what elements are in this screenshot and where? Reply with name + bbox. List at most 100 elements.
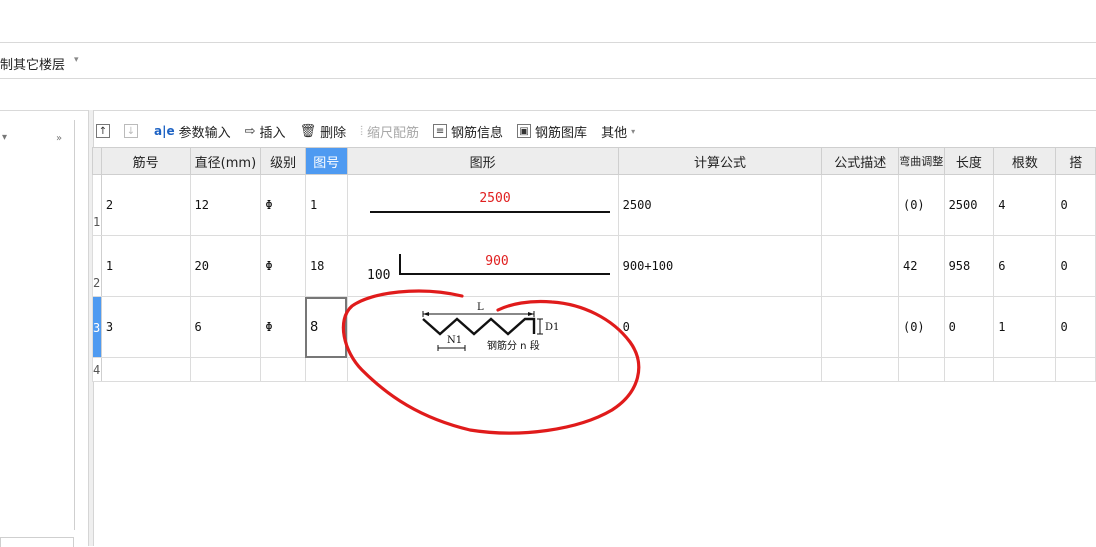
diameter-cell[interactable]	[189, 357, 262, 382]
column-header[interactable]: 级别	[260, 147, 306, 175]
length-cell[interactable]: 0	[943, 296, 995, 358]
left-dropdown[interactable]: ▾	[0, 127, 28, 149]
length-cell[interactable]: 2500	[943, 174, 995, 236]
bend-adjust-cell[interactable]	[897, 357, 945, 382]
column-header[interactable]: 搭	[1055, 147, 1096, 175]
bar-no-cell[interactable]: 2	[100, 174, 191, 236]
move-down-button[interactable]: ↓	[124, 124, 142, 138]
column-header[interactable]: 公式描述	[821, 147, 899, 175]
table-header-row: 筋号 直径(mm) 级别 图号 图形 计算公式 公式描述 弯曲调整 长度 根数 …	[92, 147, 1096, 175]
bend-adjust-cell[interactable]: (0)	[897, 174, 945, 236]
diameter-cell[interactable]: 20	[189, 235, 262, 297]
count-cell[interactable]: 6	[993, 235, 1057, 297]
delete-button[interactable]: 🗑 删除	[300, 122, 347, 141]
shape-no-cell[interactable]	[304, 357, 348, 382]
chevron-down-icon[interactable]: ▾	[2, 132, 7, 143]
column-header[interactable]: 筋号	[100, 147, 191, 175]
description-cell[interactable]	[821, 235, 899, 297]
formula-cell[interactable]: 0	[617, 296, 823, 358]
insert-button[interactable]: ⇨ 插入	[245, 122, 286, 141]
grade-cell[interactable]: Φ	[260, 296, 306, 358]
bar-no-cell[interactable]: 3	[100, 296, 191, 358]
column-header[interactable]: 直径(mm)	[189, 147, 262, 175]
param-input-button[interactable]: a|e 参数输入	[154, 122, 231, 141]
shape-depth-label: D1	[545, 322, 559, 333]
row-number[interactable]: 2	[92, 235, 102, 297]
divider	[0, 110, 1096, 111]
column-header[interactable]: 计算公式	[617, 147, 823, 175]
row-number-header	[92, 147, 102, 175]
other-label: 其他	[601, 125, 628, 141]
row-number[interactable]: 4	[92, 357, 102, 382]
bend-adjust-cell[interactable]: (0)	[897, 296, 945, 358]
grade-cell[interactable]: Φ	[260, 235, 306, 297]
bend-adjust-cell[interactable]: 42	[897, 235, 945, 297]
scale-rebar-label: 缩尺配筋	[367, 125, 420, 141]
grade-cell[interactable]	[260, 357, 306, 382]
hooked-bar-shape: 100 900	[367, 254, 610, 283]
other-menu[interactable]: 其他 ▾	[601, 122, 635, 141]
length-cell[interactable]	[943, 357, 995, 382]
delete-label: 删除	[320, 125, 347, 141]
lap-cell[interactable]: 0	[1055, 174, 1096, 236]
insert-label: 插入	[259, 125, 286, 141]
grade-cell[interactable]: Φ	[260, 174, 306, 236]
shape-no-cell[interactable]: 18	[304, 235, 348, 297]
divider	[0, 42, 1096, 43]
shape-cell[interactable]	[346, 357, 619, 382]
diameter-cell[interactable]: 6	[189, 296, 262, 358]
description-cell[interactable]	[821, 357, 899, 382]
left-panel	[0, 120, 75, 530]
length-cell[interactable]: 958	[943, 235, 995, 297]
shape-cell[interactable]: L D1 N1 钢筋分 n 段	[346, 296, 619, 358]
shape-dimension-label: 900	[485, 254, 508, 269]
rebar-table: 筋号 直径(mm) 级别 图号 图形 计算公式 公式描述 弯曲调整 长度 根数 …	[92, 147, 1096, 382]
shape-no-input[interactable]: 8	[304, 296, 348, 358]
rebar-library-label: 钢筋图库	[535, 125, 588, 141]
row-number[interactable]: 3	[92, 296, 102, 358]
bar-no-cell[interactable]: 1	[100, 235, 191, 297]
diameter-cell[interactable]: 12	[189, 174, 262, 236]
table-row[interactable]: 2 1 20 Φ 18 100 900 900+100 42 958 6 0	[92, 235, 1096, 297]
collapse-icon[interactable]: »	[56, 133, 62, 144]
count-cell[interactable]	[993, 357, 1057, 382]
param-input-label: 参数输入	[178, 125, 231, 141]
rebar-library-button[interactable]: ▣ 钢筋图库	[517, 122, 587, 141]
table-row[interactable]: 4	[92, 357, 1096, 382]
scale-rebar-icon: ⦙	[360, 123, 364, 139]
arrow-up-icon: ↑	[96, 124, 110, 138]
shape-cell[interactable]: 100 900	[346, 235, 619, 297]
rebar-info-button[interactable]: ≡ 钢筋信息	[433, 122, 503, 141]
insert-icon: ⇨	[244, 123, 256, 139]
scale-rebar-button[interactable]: ⦙ 缩尺配筋	[360, 122, 419, 141]
description-cell[interactable]	[821, 296, 899, 358]
description-cell[interactable]	[821, 174, 899, 236]
lap-cell[interactable]: 0	[1055, 296, 1096, 358]
copy-to-other-floors-button[interactable]: 制其它楼层	[0, 54, 65, 73]
formula-cell[interactable]: 2500	[617, 174, 823, 236]
lap-cell[interactable]: 0	[1055, 235, 1096, 297]
table-row[interactable]: 1 2 12 Φ 1 2500 2500 (0) 2500 4 0	[92, 174, 1096, 236]
shape-cell[interactable]: 2500	[346, 174, 619, 236]
row-number[interactable]: 1	[92, 174, 102, 236]
column-header[interactable]: 图形	[346, 147, 619, 175]
formula-cell[interactable]	[617, 357, 823, 382]
count-cell[interactable]: 1	[993, 296, 1057, 358]
bar-no-cell[interactable]	[100, 357, 191, 382]
rebar-library-icon: ▣	[517, 124, 532, 138]
column-header[interactable]: 弯曲调整	[897, 147, 945, 175]
param-input-icon: a|e	[154, 124, 175, 138]
shape-length-label: L	[477, 302, 484, 313]
formula-cell[interactable]: 900+100	[617, 235, 823, 297]
column-header[interactable]: 根数	[993, 147, 1057, 175]
table-row[interactable]: 3 3 6 Φ 8 L D1 N1 钢筋分 n 段 0 (0) 0 1 0	[92, 296, 1096, 358]
lap-cell[interactable]	[1055, 357, 1096, 382]
chevron-down-icon[interactable]: ▾	[74, 55, 79, 65]
column-header[interactable]: 图号	[304, 147, 348, 175]
chevron-down-icon: ▾	[631, 126, 636, 136]
rebar-info-icon: ≡	[433, 124, 448, 138]
count-cell[interactable]: 4	[993, 174, 1057, 236]
shape-no-cell[interactable]: 1	[304, 174, 348, 236]
move-up-button[interactable]: ↑	[96, 124, 114, 138]
column-header[interactable]: 长度	[943, 147, 995, 175]
